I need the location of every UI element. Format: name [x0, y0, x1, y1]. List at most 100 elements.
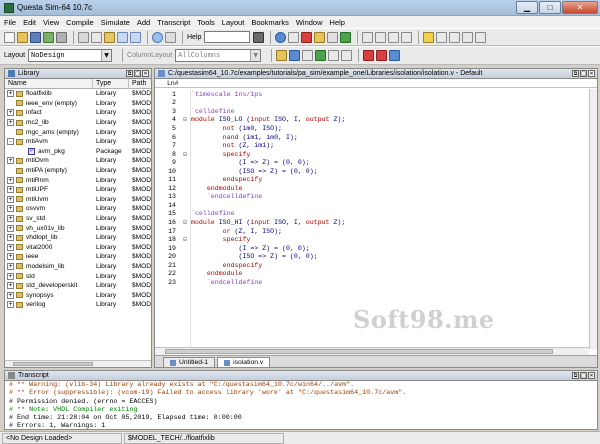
maximize-panel-icon[interactable]: □ — [580, 70, 587, 77]
line-number[interactable]: 19 — [155, 245, 179, 252]
open-folder-icon[interactable] — [17, 31, 28, 43]
code-line[interactable]: 14 — [155, 201, 597, 210]
undock-icon[interactable]: ⧉ — [572, 372, 579, 379]
show-language-templates-icon[interactable] — [389, 50, 401, 61]
compile-all-icon[interactable] — [288, 31, 300, 43]
menu-add[interactable]: Add — [137, 18, 150, 27]
expand-icon[interactable]: + — [7, 234, 14, 242]
expand-icon[interactable]: + — [7, 119, 14, 127]
menu-transcript[interactable]: Transcript — [157, 18, 190, 27]
code-line[interactable]: 19 (I => Z) = (0, 0); — [155, 244, 597, 253]
editor-horizontal-scrollbar[interactable] — [155, 347, 589, 355]
fold-icon[interactable] — [328, 50, 340, 61]
expand-icon[interactable]: + — [7, 157, 14, 165]
toggle-view-icon[interactable] — [475, 31, 487, 43]
line-number[interactable]: 11 — [155, 176, 179, 183]
column-header-path[interactable]: Path — [129, 79, 151, 88]
menu-compile[interactable]: Compile — [66, 18, 94, 27]
step-out-icon[interactable] — [388, 31, 400, 43]
library-row[interactable]: + mtiOvm Library $MODE — [5, 156, 151, 166]
editor-tab[interactable]: isolation.v — [217, 357, 271, 367]
code-line[interactable]: 18 ⊟ specify — [155, 235, 597, 244]
close-panel-icon[interactable]: ✕ — [142, 70, 149, 77]
library-row[interactable]: + synopsys Library $MODE — [5, 290, 151, 300]
line-number[interactable]: 17 — [155, 228, 179, 235]
comment-icon[interactable] — [302, 50, 314, 61]
library-row[interactable]: Pavm_pkgPackage$MODE — [5, 147, 151, 157]
line-number[interactable]: 3 — [155, 108, 179, 115]
library-row[interactable]: + std Library $MODE — [5, 271, 151, 281]
clear-breakpoint-icon[interactable] — [363, 50, 375, 61]
expand-icon[interactable]: + — [7, 262, 14, 270]
code-line[interactable]: 16 ⊟ module ISO_HI (input ISO, I, output Z… — [155, 218, 597, 227]
unfold-icon[interactable] — [341, 50, 353, 61]
new-file-icon[interactable] — [4, 31, 15, 43]
line-number[interactable]: 6 — [155, 134, 179, 141]
find-replace-icon[interactable] — [165, 31, 176, 43]
library-row[interactable]: + mtiUPF Library $MODE — [5, 185, 151, 195]
break-icon[interactable] — [314, 31, 326, 43]
menu-simulate[interactable]: Simulate — [101, 18, 130, 27]
wave-icon[interactable] — [327, 31, 339, 43]
copy-icon[interactable] — [91, 31, 102, 43]
redo-icon[interactable] — [130, 31, 141, 43]
layout-select[interactable]: NoDesign ▼ — [28, 49, 113, 62]
code-line[interactable]: 20 (ISO => Z) = (0, 0); — [155, 252, 597, 261]
line-number[interactable]: 10 — [155, 168, 179, 175]
column-layout-select[interactable]: AllColumns ▼ — [175, 49, 262, 62]
library-row[interactable]: + vhdlopt_lib Library $MODE — [5, 233, 151, 243]
library-row[interactable]: - mtiAvm Library $MODE — [5, 137, 151, 147]
bookmark-icon[interactable] — [423, 31, 435, 43]
line-number[interactable]: 8 — [155, 151, 179, 158]
code-line[interactable]: 11 endspecify — [155, 175, 597, 184]
run-icon[interactable] — [340, 31, 352, 43]
line-number[interactable]: 15 — [155, 210, 179, 217]
line-number[interactable]: 13 — [155, 193, 179, 200]
collapse-icon[interactable]: - — [7, 138, 14, 146]
print-icon[interactable] — [56, 31, 67, 43]
library-row[interactable]: + ieee Library $MODE — [5, 252, 151, 262]
code-line[interactable]: 21 endspecify — [155, 261, 597, 270]
scrollbar-thumb[interactable] — [13, 362, 93, 366]
library-row[interactable]: + modelsim_lib Library $MODE — [5, 262, 151, 272]
line-number[interactable]: 9 — [155, 159, 179, 166]
code-line[interactable]: 12 endmodule — [155, 184, 597, 193]
find-icon[interactable] — [152, 31, 163, 43]
outdent-icon[interactable] — [289, 50, 301, 61]
next-bookmark-icon[interactable] — [436, 31, 448, 43]
code-line[interactable]: 15 `celldefine — [155, 210, 597, 219]
code-line[interactable]: 17 or (Z, I, ISO); — [155, 227, 597, 236]
uncomment-icon[interactable] — [315, 50, 327, 61]
disable-breakpoint-icon[interactable] — [376, 50, 388, 61]
code-line[interactable]: 23 `endcelldefine — [155, 278, 597, 287]
step-over-icon[interactable] — [375, 31, 387, 43]
library-row[interactable]: + floatfixlib Library $MODE — [5, 89, 151, 99]
editor-tab[interactable]: Untitled-1 — [163, 357, 216, 367]
column-header-name[interactable]: Name — [5, 79, 93, 88]
expand-icon[interactable]: + — [7, 195, 14, 203]
scrollbar-thumb[interactable] — [165, 349, 553, 354]
menu-view[interactable]: View — [43, 18, 59, 27]
expand-icon[interactable]: + — [7, 176, 14, 184]
help-search-icon[interactable] — [253, 31, 265, 43]
close-panel-icon[interactable]: ✕ — [588, 70, 595, 77]
line-number[interactable]: 21 — [155, 262, 179, 269]
line-number[interactable]: 14 — [155, 202, 179, 209]
undock-icon[interactable]: ⧉ — [572, 70, 579, 77]
library-row[interactable]: + mc2_lib Library $MODE — [5, 118, 151, 128]
code-line[interactable]: 6 nand (im1, im0, I); — [155, 133, 597, 142]
expand-icon[interactable]: + — [7, 186, 14, 194]
undo-icon[interactable] — [117, 31, 128, 43]
library-row[interactable]: + std_developerskit Library $MODE — [5, 281, 151, 291]
library-horizontal-scrollbar[interactable] — [5, 360, 151, 367]
expand-icon[interactable]: + — [7, 205, 14, 213]
cut-icon[interactable] — [78, 31, 89, 43]
expand-icon[interactable]: + — [7, 253, 14, 261]
code-line[interactable]: 7 not (Z, im1); — [155, 141, 597, 150]
code-line[interactable]: 10 (ISO => Z) = (0, 0); — [155, 167, 597, 176]
code-line[interactable]: 22 endmodule — [155, 269, 597, 278]
library-row[interactable]: mgc_ams (empty) Library $MODE — [5, 127, 151, 137]
minimize-button[interactable]: ▁ — [516, 1, 538, 14]
line-number[interactable]: 7 — [155, 142, 179, 149]
line-number[interactable]: 23 — [155, 279, 179, 286]
